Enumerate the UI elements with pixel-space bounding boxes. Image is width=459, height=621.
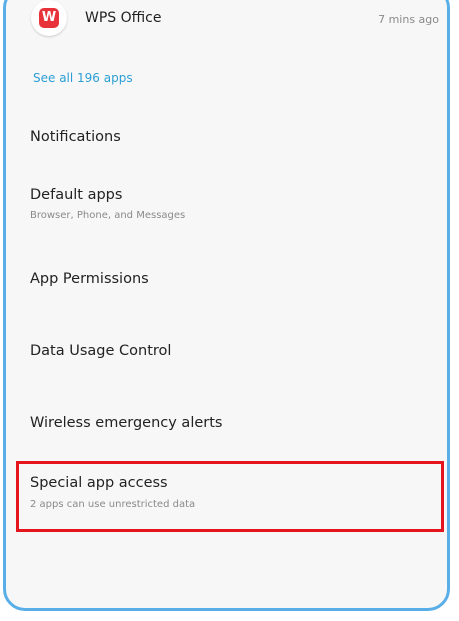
settings-item-default-apps[interactable]: Default apps Browser, Phone, and Message… <box>6 179 447 239</box>
settings-item-subtitle: Browser, Phone, and Messages <box>30 210 186 221</box>
settings-item-title: Wireless emergency alerts <box>30 415 223 431</box>
settings-item-title: App Permissions <box>30 271 149 287</box>
settings-item-wireless-emergency-alerts[interactable]: Wireless emergency alerts <box>6 404 447 454</box>
settings-item-title: Special app access <box>30 475 168 491</box>
settings-item-app-permissions[interactable]: App Permissions <box>6 262 447 312</box>
app-name: WPS Office <box>85 10 162 26</box>
settings-item-subtitle: 2 apps can use unrestricted data <box>30 499 196 510</box>
settings-panel: W WPS Office 7 mins ago See all 196 apps… <box>3 0 450 611</box>
settings-item-title: Default apps <box>30 187 123 203</box>
settings-item-title: Data Usage Control <box>30 343 172 359</box>
settings-item-notifications[interactable]: Notifications <box>6 119 447 169</box>
settings-item-data-usage-control[interactable]: Data Usage Control <box>6 333 447 383</box>
app-last-used-time: 7 mins ago <box>378 13 439 26</box>
app-icon-container: W <box>31 0 67 36</box>
settings-item-title: Notifications <box>30 129 121 145</box>
app-list-item-wps-office[interactable]: W WPS Office 7 mins ago <box>6 0 447 45</box>
wps-office-icon: W <box>39 8 59 28</box>
settings-item-special-app-access[interactable]: Special app access 2 apps can use unrest… <box>6 464 447 530</box>
see-all-apps-link[interactable]: See all 196 apps <box>33 71 133 85</box>
